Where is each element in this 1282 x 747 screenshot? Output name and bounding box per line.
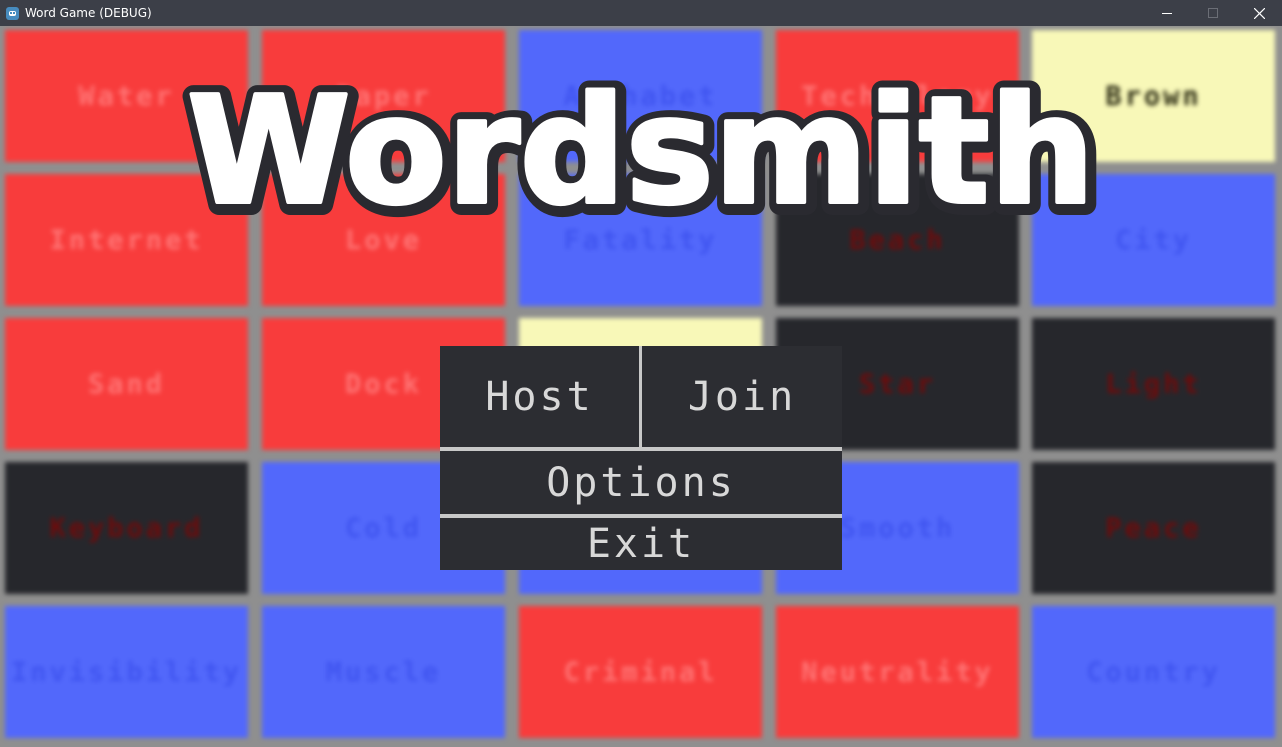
word-card: Invisibility xyxy=(5,606,248,738)
main-menu: Host Join Options Exit xyxy=(440,346,842,570)
exit-button[interactable]: Exit xyxy=(440,518,842,570)
word-card: Neutrality xyxy=(776,606,1019,738)
window-title: Word Game (DEBUG) xyxy=(25,6,152,20)
close-icon xyxy=(1253,7,1265,19)
logo-graphic: Wordsmith Wordsmith xyxy=(178,56,1108,250)
word-card: Light xyxy=(1032,318,1275,450)
maximize-button[interactable] xyxy=(1190,0,1236,26)
maximize-icon xyxy=(1208,8,1218,18)
godot-app-icon xyxy=(6,6,19,20)
join-button[interactable]: Join xyxy=(642,346,842,447)
word-card: Criminal xyxy=(519,606,762,738)
word-card: Country xyxy=(1032,606,1275,738)
minimize-icon xyxy=(1162,13,1172,14)
title-bar[interactable]: Word Game (DEBUG) xyxy=(0,0,1282,26)
options-button[interactable]: Options xyxy=(440,451,842,514)
logo-text: Wordsmith xyxy=(187,65,1095,237)
game-window: Word Game (DEBUG) Water Paper Alphabet Tech… xyxy=(0,0,1282,747)
wordsmith-logo: Wordsmith Wordsmith xyxy=(0,54,1282,254)
close-button[interactable] xyxy=(1236,0,1282,26)
word-card: Keyboard xyxy=(5,462,248,594)
word-card: Muscle xyxy=(262,606,505,738)
game-viewport: Water Paper Alphabet Technology Brown Interne… xyxy=(0,26,1282,747)
host-button[interactable]: Host xyxy=(440,346,639,447)
minimize-button[interactable] xyxy=(1144,0,1190,26)
word-card: Peace xyxy=(1032,462,1275,594)
word-card: Sand xyxy=(5,318,248,450)
